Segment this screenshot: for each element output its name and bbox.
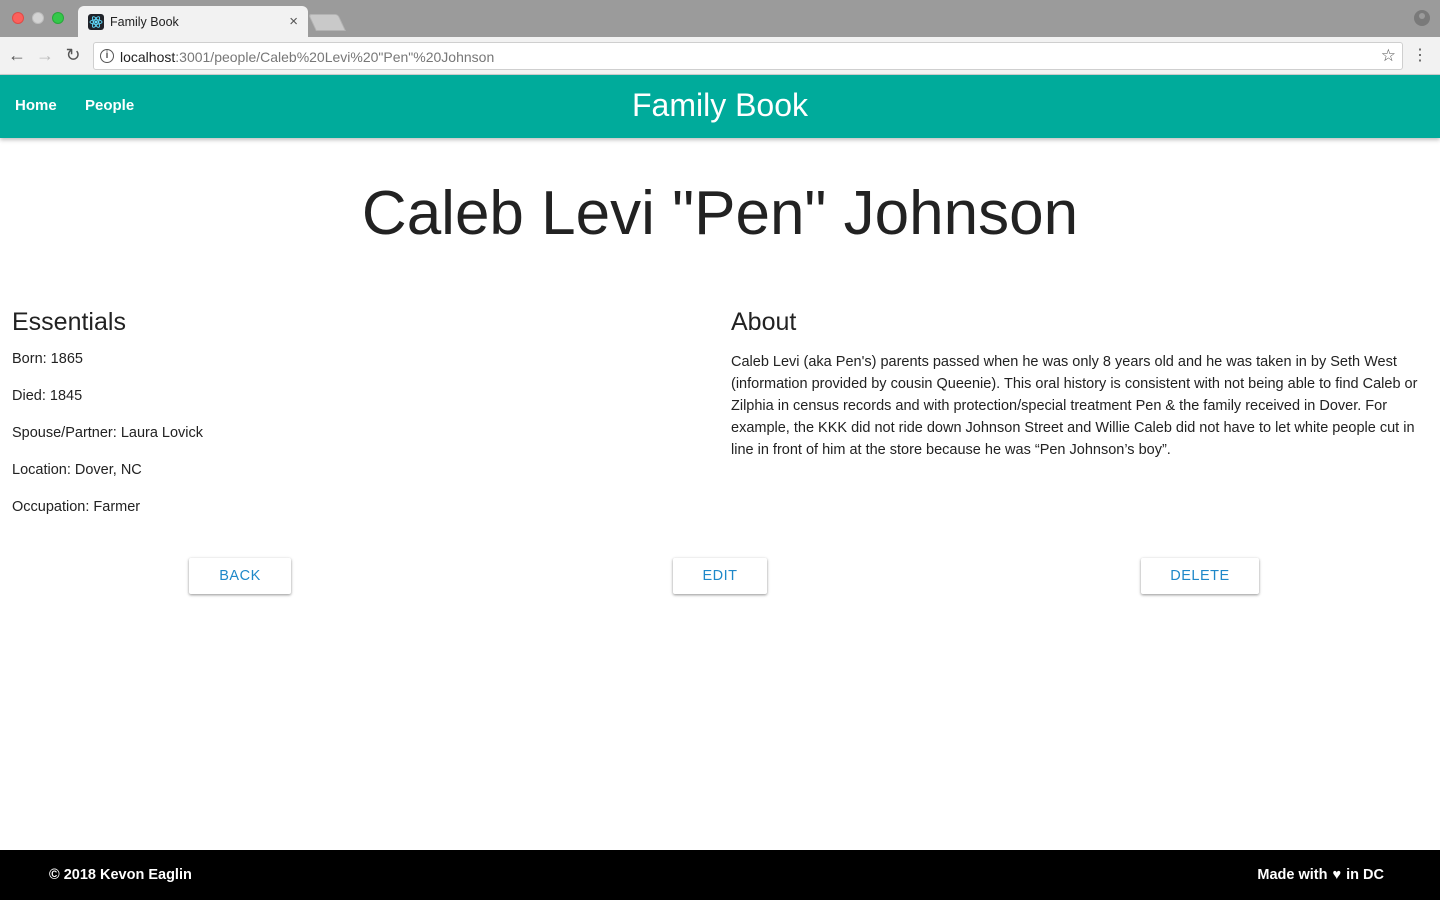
back-arrow-icon[interactable]: ← — [6, 44, 28, 66]
menu-icon[interactable]: ⋮ — [1412, 45, 1428, 65]
star-icon[interactable]: ☆ — [1381, 46, 1396, 66]
new-tab-button[interactable] — [308, 14, 346, 31]
reload-icon[interactable]: ↻ — [62, 44, 84, 66]
close-icon[interactable]: × — [289, 13, 298, 30]
tab-title: Family Book — [110, 15, 179, 29]
app-brand-title[interactable]: Family Book — [0, 87, 1440, 124]
made-with-prefix: Made with — [1257, 867, 1328, 883]
fact-location: Location: Dover, NC — [12, 462, 142, 478]
browser-tabstrip: Family Book × — [0, 0, 1440, 37]
about-text: Caleb Levi (aka Pen's) parents passed wh… — [731, 354, 1418, 458]
heart-icon: ♥ — [1332, 867, 1342, 883]
copyright-text: © 2018 Kevon Eaglin — [49, 867, 192, 883]
fact-occupation: Occupation: Farmer — [12, 499, 141, 515]
window-close-button[interactable] — [12, 12, 24, 24]
essentials-heading: Essentials — [12, 308, 126, 336]
made-with-text: Made with ♥ in DC — [1257, 867, 1384, 883]
back-button[interactable]: BACK — [189, 558, 291, 594]
made-with-suffix: in DC — [1346, 867, 1384, 883]
url-text: localhost:3001/people/Caleb%20Levi%20"Pe… — [120, 49, 494, 65]
about-heading: About — [731, 308, 797, 336]
profile-icon[interactable] — [1414, 10, 1430, 26]
browser-toolbar: ← → ↻ i localhost:3001/people/Caleb%20Le… — [0, 37, 1440, 75]
edit-button[interactable]: EDIT — [673, 558, 767, 594]
fact-born: Born: 1865 — [12, 351, 83, 367]
address-bar[interactable]: i localhost:3001/people/Caleb%20Levi%20"… — [93, 42, 1403, 70]
window-minimize-button[interactable] — [32, 12, 44, 24]
window-maximize-button[interactable] — [52, 12, 64, 24]
fact-spouse: Spouse/Partner: Laura Lovick — [12, 425, 204, 441]
app-navbar: Home People Family Book — [0, 75, 1440, 138]
react-favicon-icon — [88, 14, 104, 30]
essentials-section: Essentials Born: 1865 Died: 1845 Spouse/… — [12, 308, 692, 536]
info-icon[interactable]: i — [100, 49, 114, 63]
person-name-title: Caleb Levi "Pen" Johnson — [361, 179, 1079, 248]
fact-died: Died: 1845 — [12, 388, 83, 404]
url-path: :3001/people/Caleb%20Levi%20"Pen"%20John… — [175, 49, 495, 65]
url-host: localhost — [120, 49, 176, 65]
forward-arrow-icon[interactable]: → — [34, 44, 56, 66]
browser-tab[interactable]: Family Book × — [78, 6, 308, 37]
delete-button[interactable]: DELETE — [1141, 558, 1259, 594]
about-section: About Caleb Levi (aka Pen's) parents pas… — [731, 308, 1431, 461]
page-footer: © 2018 Kevon Eaglin Made with ♥ in DC — [0, 850, 1440, 900]
